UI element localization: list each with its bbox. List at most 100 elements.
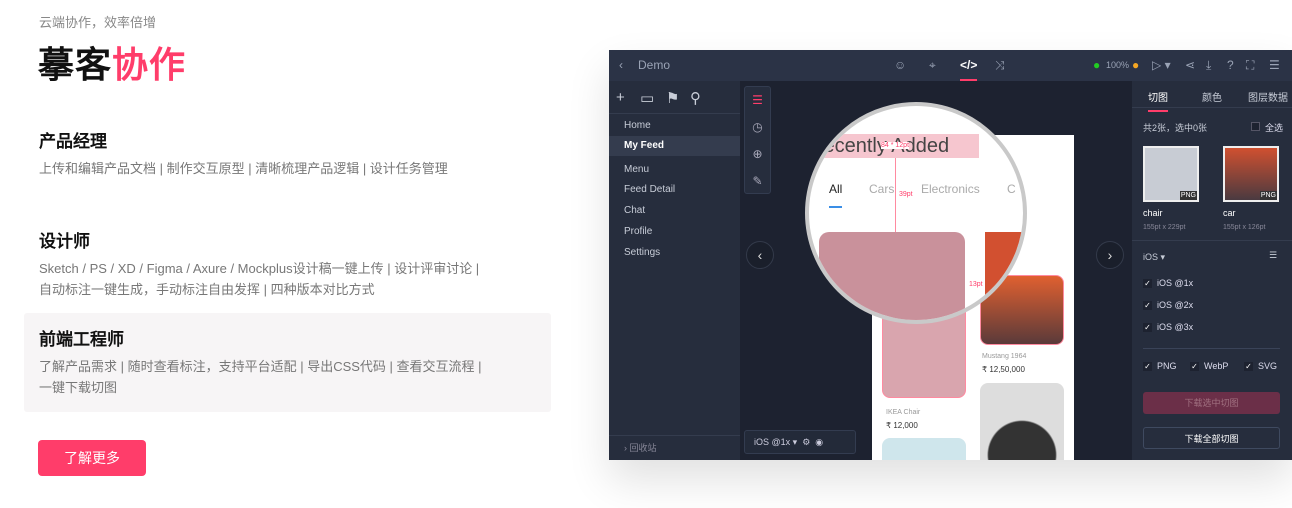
tab-slices[interactable]: 切图 <box>1148 89 1168 112</box>
section-designer[interactable]: 设计师 Sketch / PS / XD / Figma / Axure / Mo… <box>24 215 551 312</box>
asset-name: car <box>1223 208 1236 218</box>
play-icon[interactable]: ▷ ▾ <box>1152 58 1171 72</box>
section-desc: 了解产品需求 | 随时查看标注，支持平台适配 | 导出CSS代码 | 查看交互流… <box>39 359 482 395</box>
asset-thumb-car[interactable]: PNG <box>1223 146 1279 202</box>
download-icon[interactable]: ⤓ <box>1206 58 1211 73</box>
folder-icon[interactable]: ▭ <box>640 89 654 107</box>
mag-chair <box>819 232 965 320</box>
right-panel: 切图 颜色 图层数据 共2张，选中0张 全选 PNG PNG chair car… <box>1132 81 1292 460</box>
item-price: ₹ 12,50,000 <box>982 365 1025 374</box>
back-icon[interactable]: ‹ <box>619 58 623 72</box>
slice-count: 共2张，选中0张 <box>1143 123 1208 133</box>
flag-icon[interactable]: ⚑ <box>666 89 679 107</box>
label: SVG <box>1258 361 1278 371</box>
code-icon[interactable]: </> <box>960 58 978 81</box>
label: iOS @2x <box>1157 300 1194 310</box>
png-checkbox[interactable]: ✓ PNG <box>1143 361 1177 371</box>
item-price: ₹ 12,000 <box>886 421 918 430</box>
download-selected-button[interactable]: 下载选中切图 <box>1143 392 1280 414</box>
filter-icon[interactable]: ☰ <box>1269 250 1277 261</box>
label: iOS @3x <box>1157 322 1194 332</box>
format-badge: PNG <box>1179 191 1197 200</box>
project-name: Demo <box>638 58 671 72</box>
label: iOS @1x <box>1157 278 1194 288</box>
mag-car <box>985 232 1023 320</box>
zoom-out-icon[interactable]: ● <box>1093 58 1100 72</box>
asset-name: chair <box>1143 208 1163 218</box>
eye-icon[interactable]: ◉ <box>815 437 823 447</box>
gap-label: 13pt <box>969 281 983 288</box>
scale-3x-checkbox[interactable]: ✓ iOS @3x <box>1143 322 1193 332</box>
fullscreen-icon[interactable]: ⛶ <box>1246 58 1254 73</box>
layers-icon[interactable]: ☰ <box>745 87 770 114</box>
top-bar: ‹ Demo ☺ ⌖ </> ⤨ ● 100% ● ▷ ▾ ⋖ ⤓ ? ⛶ ☰ <box>609 50 1292 81</box>
prev-arrow[interactable]: ‹ <box>746 241 774 269</box>
canvas-toolbar: ☰ ◷ ⊕ ✎ <box>744 86 771 194</box>
mag-tab: Electronics <box>921 182 980 196</box>
scale-2x-checkbox[interactable]: ✓ iOS @2x <box>1143 300 1193 310</box>
shuffle-icon[interactable]: ⤨ <box>995 58 1005 73</box>
zoom-level: 100% <box>1106 60 1130 70</box>
nav-feed-detail[interactable]: Feed Detail <box>609 180 740 200</box>
scale-value: iOS @1x <box>754 437 791 447</box>
app-screenshot: ‹ Demo ☺ ⌖ </> ⤨ ● 100% ● ▷ ▾ ⋖ ⤓ ? ⛶ ☰ … <box>609 50 1292 460</box>
mag-tab: All <box>829 182 843 208</box>
history-icon[interactable]: ◷ <box>745 114 770 141</box>
speaker-image <box>980 383 1064 460</box>
comment-icon[interactable]: ☺ <box>894 58 906 72</box>
select-all-checkbox[interactable]: 全选 <box>1251 121 1283 134</box>
menu-icon[interactable]: ☰ <box>1269 58 1280 72</box>
label: WebP <box>1204 361 1229 371</box>
zoom-in-icon[interactable]: ● <box>1132 58 1139 72</box>
section-title: 前端工程师 <box>39 330 124 349</box>
tab-colors[interactable]: 颜色 <box>1202 89 1222 104</box>
nav-my-feed[interactable]: My Feed <box>609 136 740 156</box>
mag-tab: Cars <box>869 182 895 196</box>
asset-size: 155pt x 229pt <box>1143 224 1186 231</box>
item-name: IKEA Chair <box>886 409 921 416</box>
next-arrow[interactable]: › <box>1096 241 1124 269</box>
hero-title: 摹客协作 <box>38 36 186 88</box>
scale-select[interactable]: iOS @1x ▾ ⚙ ◉ <box>744 430 856 454</box>
mag-tab: C <box>1007 182 1016 196</box>
picker-icon[interactable]: ✎ <box>745 168 770 195</box>
gap-label: 39pt <box>899 191 913 198</box>
webp-checkbox[interactable]: ✓ WebP <box>1190 361 1228 371</box>
share-icon[interactable]: ⋖ <box>1185 58 1195 72</box>
svg-checkbox[interactable]: ✓ SVG <box>1244 361 1277 371</box>
section-title: 设计师 <box>39 232 90 251</box>
image <box>882 438 966 460</box>
nav-profile[interactable]: Profile <box>609 222 740 242</box>
nav-home[interactable]: Home <box>609 116 740 136</box>
section-frontend[interactable]: 前端工程师了解产品需求 | 随时查看标注，支持平台适配 | 导出CSS代码 | … <box>24 313 551 412</box>
help-icon[interactable]: ? <box>1227 58 1234 72</box>
trash-label: 回收站 <box>629 443 657 453</box>
tab-layer-data[interactable]: 图层数据 <box>1248 89 1288 104</box>
platform-value: iOS <box>1143 252 1159 262</box>
label: PNG <box>1157 361 1177 371</box>
asset-thumb-chair[interactable]: PNG <box>1143 146 1199 202</box>
settings-icon[interactable]: ⚙ <box>802 437 810 447</box>
scale-1x-checkbox[interactable]: ✓ iOS @1x <box>1143 278 1193 288</box>
section-desc: 上传和编辑产品文档 | 制作交互原型 | 清晰梳理产品逻辑 | 设计任务管理 <box>39 161 448 176</box>
select-all-label: 全选 <box>1265 123 1284 133</box>
nav-menu[interactable]: Menu <box>609 160 740 180</box>
title-part: 摹客 <box>38 44 113 85</box>
dim-label: 84 * 12pt <box>881 142 910 149</box>
section-product-manager[interactable]: 产品经理上传和编辑产品文档 | 制作交互原型 | 清晰梳理产品逻辑 | 设计任务… <box>24 115 551 191</box>
search-icon[interactable]: ⚲ <box>690 89 701 107</box>
item-name: Mustang 1964 <box>982 353 1027 360</box>
add-icon[interactable]: + <box>616 89 625 106</box>
zoom-icon[interactable]: ⊕ <box>745 141 770 168</box>
learn-more-button[interactable]: 了解更多 <box>38 440 146 476</box>
nav-chat[interactable]: Chat <box>609 201 740 221</box>
nav-settings[interactable]: Settings <box>609 243 740 263</box>
platform-select[interactable]: iOS ▾ <box>1143 252 1165 263</box>
section-title: 产品经理 <box>39 132 107 151</box>
magnifier: Recently Added 84 * 12pt 39pt All Cars E… <box>805 102 1027 324</box>
format-badge: PNG <box>1259 191 1277 200</box>
location-icon[interactable]: ⌖ <box>929 58 936 73</box>
left-sidebar: + ▭ ⚑ ⚲ Home My Feed Menu Feed Detail Ch… <box>609 81 740 460</box>
download-all-button[interactable]: 下载全部切图 <box>1143 427 1280 449</box>
trash-link[interactable]: › 回收站 <box>609 438 740 458</box>
